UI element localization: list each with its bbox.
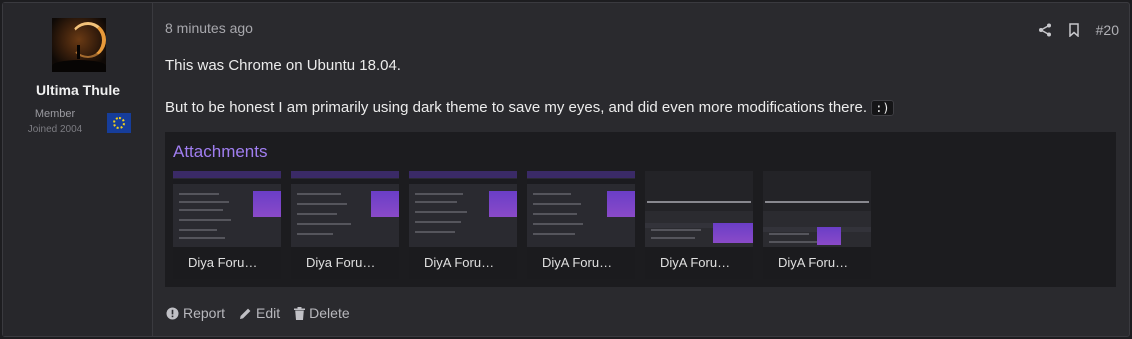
eclipse-ring (70, 22, 106, 58)
post-main: 8 minutes ago #20 This was Chrome on Ubu… (153, 3, 1129, 336)
attachments-list: Diya Foru… Diya Foru… DiyA Foru… DiyA Fo… (173, 171, 871, 279)
user-role: Member (34, 108, 76, 120)
share-icon[interactable] (1038, 23, 1052, 37)
pencil-icon (239, 307, 252, 320)
post-footer: Report Edit Delete (166, 305, 350, 321)
delete-button[interactable]: Delete (294, 305, 350, 321)
trash-icon (294, 306, 306, 320)
attachment-thumbnail[interactable]: DiyA Foru… (527, 171, 635, 279)
report-button[interactable]: Report (166, 305, 225, 321)
attachment-thumbnail[interactable]: Diya Foru… (291, 171, 399, 279)
post-number[interactable]: #20 (1096, 22, 1119, 38)
post-actions: #20 (1038, 22, 1119, 38)
emoticon-code: :) (871, 100, 894, 116)
forum-post: Ultima Thule Member Joined 2004 8 minute… (2, 2, 1130, 337)
alert-icon (166, 307, 179, 320)
message-text: But to be honest I am primarily using da… (165, 99, 872, 116)
attachment-caption[interactable]: Diya Foru… (173, 247, 281, 279)
attachment-caption[interactable]: DiyA Foru… (409, 247, 517, 279)
attachment-caption[interactable]: Diya Foru… (291, 247, 399, 279)
attachment-thumbnail[interactable]: Diya Foru… (173, 171, 281, 279)
attachment-caption[interactable]: DiyA Foru… (527, 247, 635, 279)
user-joined: Joined 2004 (27, 124, 83, 135)
attachment-caption[interactable]: DiyA Foru… (645, 247, 753, 279)
attachment-thumbnail[interactable]: DiyA Foru… (763, 171, 871, 279)
avatar[interactable] (52, 18, 106, 72)
eu-flag-icon (107, 113, 131, 133)
edit-button[interactable]: Edit (239, 305, 280, 321)
silhouette (77, 45, 80, 59)
attachments-title: Attachments (173, 142, 268, 161)
attachment-thumbnail[interactable]: DiyA Foru… (645, 171, 753, 279)
delete-label: Delete (309, 305, 350, 321)
message-paragraph: This was Chrome on Ubuntu 18.04. (165, 57, 401, 74)
attachments-block: Attachments Diya Foru… Diya Foru… DiyA F… (165, 132, 1116, 287)
report-label: Report (183, 305, 226, 321)
bookmark-icon[interactable] (1068, 23, 1080, 37)
edit-label: Edit (256, 305, 281, 321)
message-paragraph: But to be honest I am primarily using da… (165, 99, 1105, 117)
flag-stars (113, 117, 125, 129)
post-message: This was Chrome on Ubuntu 18.04. But to … (165, 57, 1105, 141)
post-timestamp[interactable]: 8 minutes ago (165, 20, 253, 36)
ground (52, 60, 106, 72)
attachment-caption[interactable]: DiyA Foru… (763, 247, 871, 279)
attachment-thumbnail[interactable]: DiyA Foru… (409, 171, 517, 279)
user-sidebar: Ultima Thule Member Joined 2004 (3, 3, 153, 336)
username[interactable]: Ultima Thule (3, 82, 153, 98)
